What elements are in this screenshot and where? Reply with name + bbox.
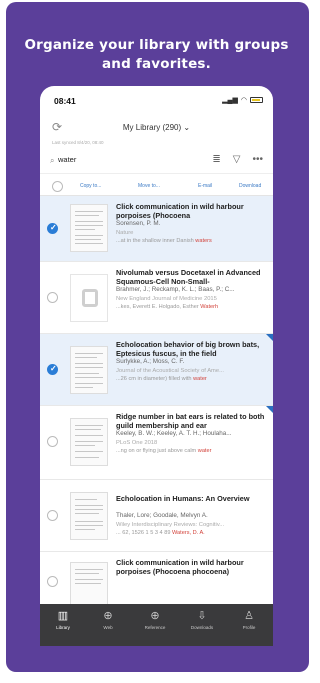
signal-icon: ▂▄▆ <box>222 97 238 104</box>
list-item[interactable]: Echolocation in Humans: An Overview Thal… <box>40 480 273 552</box>
tab-label: Downloads <box>190 625 214 630</box>
tab-web[interactable]: ⊕ Web <box>88 608 128 631</box>
item-journal: Journal of the Acoustical Society of Ame… <box>116 367 224 374</box>
list-item[interactable]: Nivolumab versus Docetaxel in Advanced S… <box>40 262 273 334</box>
tab-library[interactable]: ▥ Library <box>43 608 83 631</box>
tab-label: Reference <box>144 625 166 630</box>
add-reference-icon: ⊕ <box>150 610 160 622</box>
item-text: Click communication in wild harbour porp… <box>116 202 266 245</box>
library-title: My Library <box>122 123 161 132</box>
search-highlight: Waters, D. A. <box>171 529 205 536</box>
search-highlight: waters <box>195 237 212 244</box>
search-highlight: water <box>193 375 207 382</box>
item-checkbox[interactable] <box>47 576 58 587</box>
document-thumbnail <box>70 204 108 252</box>
item-title: Echolocation in Humans: An Overview <box>116 494 250 503</box>
item-snippet: ...at in the shallow inner Danish waters <box>116 237 212 244</box>
download-icon: ⇩ <box>197 610 207 622</box>
item-checkbox[interactable] <box>47 364 58 375</box>
search-highlight: water <box>197 447 212 454</box>
item-title: Ridge number in bat ears is related to b… <box>116 412 265 430</box>
item-title: Click communication in wild harbour porp… <box>116 558 244 576</box>
item-authors: Brahmer, J.; Reckamp, K. L.; Baas, P.; C… <box>116 286 235 293</box>
search-icon: ⌕ <box>50 156 55 165</box>
download-button[interactable]: Download <box>239 183 261 189</box>
filter-icon[interactable]: ▽ <box>233 154 241 165</box>
item-snippet: ...kes, Everett E. Holgado, Esther Water… <box>116 303 219 310</box>
status-time: 08:41 <box>54 96 76 106</box>
item-text: Echolocation behavior of big brown bats,… <box>116 340 266 383</box>
phone-screen: 08:41 ▂▄▆ ◠ ⟳ My Library (290) ⌄ Last sy… <box>40 86 273 646</box>
list-item[interactable]: Echolocation behavior of big brown bats,… <box>40 334 273 406</box>
list-item[interactable]: Ridge number in bat ears is related to b… <box>40 406 273 480</box>
item-authors: Keeley, B. W.; Keeley, A. T. H.; Houlaha… <box>116 430 232 437</box>
item-text: Nivolumab versus Docetaxel in Advanced S… <box>116 268 266 311</box>
battery-icon <box>250 97 263 103</box>
item-title: Nivolumab versus Docetaxel in Advanced S… <box>116 268 261 286</box>
search-tools: ≣ ▽ ••• <box>212 154 263 165</box>
item-checkbox[interactable] <box>47 223 58 234</box>
tab-reference[interactable]: ⊕ Reference <box>135 608 175 631</box>
item-authors: Thaler, Lore; Goodale, Melvyn A. <box>116 512 208 519</box>
item-journal: New England Journal of Medicine 2015 <box>116 295 217 302</box>
library-count: (290) <box>162 123 182 132</box>
item-journal: Wiley Interdisciplinary Reviews: Cogniti… <box>116 521 225 528</box>
chevron-down-icon: ⌄ <box>183 123 191 132</box>
library-icon: ▥ <box>57 610 69 622</box>
item-checkbox[interactable] <box>47 510 58 521</box>
item-title: Echolocation behavior of big brown bats,… <box>116 340 260 358</box>
document-thumbnail <box>70 346 108 394</box>
tab-label: Library <box>56 625 70 630</box>
item-journal: Nature <box>116 229 134 236</box>
last-synced-label: Last synced 8/4/20, 08:40 <box>52 140 104 145</box>
tab-label: Profile <box>242 625 256 630</box>
navigation-bar: ⟳ My Library (290) ⌄ <box>40 112 273 140</box>
document-thumbnail <box>70 418 108 466</box>
favorite-corner-marker <box>266 334 273 341</box>
search-highlight: Waterh <box>200 303 219 310</box>
item-snippet: ...26 cm in diameter) filled with water <box>116 375 207 382</box>
promo-headline: Organize your library with groups and fa… <box>14 36 299 74</box>
document-thumbnail <box>70 562 108 610</box>
status-icons: ▂▄▆ ◠ <box>222 96 263 104</box>
item-title: Click communication in wild harbour porp… <box>116 202 244 220</box>
list-item[interactable]: Click communication in wild harbour porp… <box>40 196 273 262</box>
select-all-checkbox[interactable] <box>52 181 63 192</box>
item-checkbox[interactable] <box>47 292 58 303</box>
journal-logo-thumbnail <box>70 274 108 322</box>
list-item[interactable]: Click communication in wild harbour porp… <box>40 552 273 610</box>
item-text: Click communication in wild harbour porp… <box>116 558 266 576</box>
search-input[interactable] <box>58 155 178 164</box>
item-authors: Sorensen, P. M. <box>116 220 161 227</box>
wifi-icon: ◠ <box>240 97 247 104</box>
copy-to-button[interactable]: Copy to... <box>80 183 101 189</box>
globe-icon: ⊕ <box>103 610 113 622</box>
item-authors: Surlykke, A.; Moss, C. F. <box>116 358 185 365</box>
tab-label: Web <box>103 625 113 630</box>
sort-icon[interactable]: ≣ <box>212 154 220 165</box>
search-bar: ⌕ ≣ ▽ ••• <box>40 150 273 174</box>
tab-profile[interactable]: ♙ Profile <box>229 608 269 631</box>
status-bar: 08:41 ▂▄▆ ◠ <box>40 86 273 112</box>
headline-line-1: Organize your library with groups <box>24 37 289 53</box>
email-button[interactable]: E-mail <box>198 183 212 189</box>
item-checkbox[interactable] <box>47 436 58 447</box>
item-snippet: ... 62, 1526 1 5 3 4 89 Waters, D. A. <box>116 529 205 536</box>
person-icon: ♙ <box>244 610 254 622</box>
more-icon[interactable]: ••• <box>252 154 263 165</box>
move-to-button[interactable]: Move to... <box>138 183 160 189</box>
item-journal: PLoS One 2018 <box>116 439 158 446</box>
document-thumbnail <box>70 492 108 540</box>
tab-downloads[interactable]: ⇩ Downloads <box>182 608 222 631</box>
item-text: Echolocation in Humans: An Overview Thal… <box>116 494 266 537</box>
item-snippet: ...ng on or flying just above calm water <box>116 447 212 454</box>
favorite-corner-marker <box>266 406 273 413</box>
headline-line-2: and favorites. <box>101 56 211 72</box>
library-selector[interactable]: My Library (290) ⌄ <box>40 123 273 132</box>
action-bar: Copy to... Move to... E-mail Download <box>40 176 273 196</box>
item-text: Ridge number in bat ears is related to b… <box>116 412 266 455</box>
tab-bar: ▥ Library ⊕ Web ⊕ Reference ⇩ Downloads … <box>40 604 273 646</box>
